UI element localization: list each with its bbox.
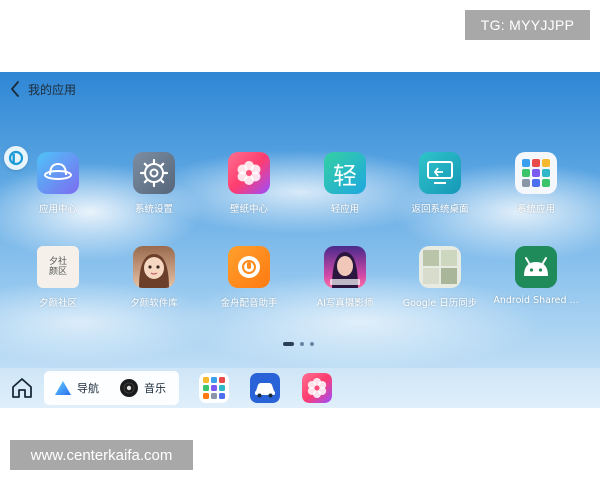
page-dot-active [283, 342, 294, 346]
ai-portrait-icon [324, 246, 366, 288]
anime-girl-icon [133, 246, 175, 288]
dubbing-assistant-icon [228, 246, 270, 288]
gear-icon [133, 152, 175, 194]
app-tile[interactable]: 夕社 颜区 夕颜社区 [13, 246, 103, 309]
xiyan-community-icon: 夕社 颜区 [37, 246, 79, 288]
car-icon[interactable] [250, 373, 280, 403]
home-icon[interactable] [10, 376, 34, 400]
app-center-icon [37, 152, 79, 194]
app-label: 返回系统桌面 [411, 204, 469, 215]
app-label: 应用中心 [38, 204, 77, 215]
navigation-arrow-icon [55, 381, 71, 395]
light-app-icon: 轻 [324, 152, 366, 194]
music-shortcut[interactable]: 音乐 [119, 371, 166, 405]
app-label: 系统设置 [134, 204, 173, 215]
google-calendar-sync-icon [419, 246, 461, 288]
page-indicator[interactable] [283, 342, 314, 346]
top-bar: 我的应用 [10, 78, 76, 100]
system-apps-grid-icon [515, 152, 557, 194]
page-dot [300, 342, 304, 346]
watermark-site: www.centerkaifa.com [10, 440, 193, 470]
app-tile[interactable]: 应用中心 [13, 152, 103, 215]
wallpaper-flower-icon [228, 152, 270, 194]
app-tile[interactable]: 金舟配音助手 [204, 246, 294, 309]
watermark-tg: TG: MYYJJPP [465, 10, 590, 40]
app-label: AI写真摄影师 [316, 298, 374, 309]
app-tile[interactable]: 返回系统桌面 [395, 152, 485, 215]
app-tile[interactable]: AI写真摄影师 [300, 246, 390, 309]
app-label: 金舟配音助手 [220, 298, 278, 309]
dock-bar: 导航 音乐 [0, 368, 600, 408]
app-label: Android Shared ... [493, 295, 579, 306]
app-label: 夕颜软件库 [130, 298, 178, 309]
app-label: 壁纸中心 [229, 204, 268, 215]
navigation-shortcut[interactable]: 导航 [54, 371, 99, 405]
wallpaper-flower-icon[interactable] [302, 373, 332, 403]
music-label: 音乐 [144, 382, 166, 395]
app-grid-icon[interactable] [199, 373, 229, 403]
app-label: Google 日历同步 [402, 298, 478, 309]
app-label: 夕颜社区 [38, 298, 77, 309]
page-title: 我的应用 [28, 82, 77, 97]
vinyl-disc-icon [120, 379, 138, 397]
navigation-label: 导航 [77, 382, 99, 395]
launcher-screen: 我的应用 应用中心 系统设置 壁纸中心 轻 轻应用 返回系统桌面 系统应用 夕社… [0, 72, 600, 408]
page-dot [310, 342, 314, 346]
desktop-return-icon [419, 152, 461, 194]
nav-music-panel: 导航 音乐 [44, 371, 179, 405]
xiyan-community-glyph: 夕社 颜区 [48, 257, 67, 277]
app-tile[interactable]: 系统设置 [109, 152, 199, 215]
app-tile[interactable]: 轻 轻应用 [300, 152, 390, 215]
light-app-glyph: 轻 [333, 161, 357, 190]
android-icon [515, 246, 557, 288]
app-tile[interactable]: Android Shared ... [491, 246, 581, 306]
back-arrow-icon[interactable] [10, 80, 24, 98]
app-tile[interactable]: 壁纸中心 [204, 152, 294, 215]
app-label: 轻应用 [330, 204, 360, 215]
app-tile[interactable]: 系统应用 [491, 152, 581, 215]
app-tile[interactable]: Google 日历同步 [395, 246, 485, 309]
app-label: 系统应用 [516, 204, 555, 215]
app-tile[interactable]: 夕颜软件库 [109, 246, 199, 309]
